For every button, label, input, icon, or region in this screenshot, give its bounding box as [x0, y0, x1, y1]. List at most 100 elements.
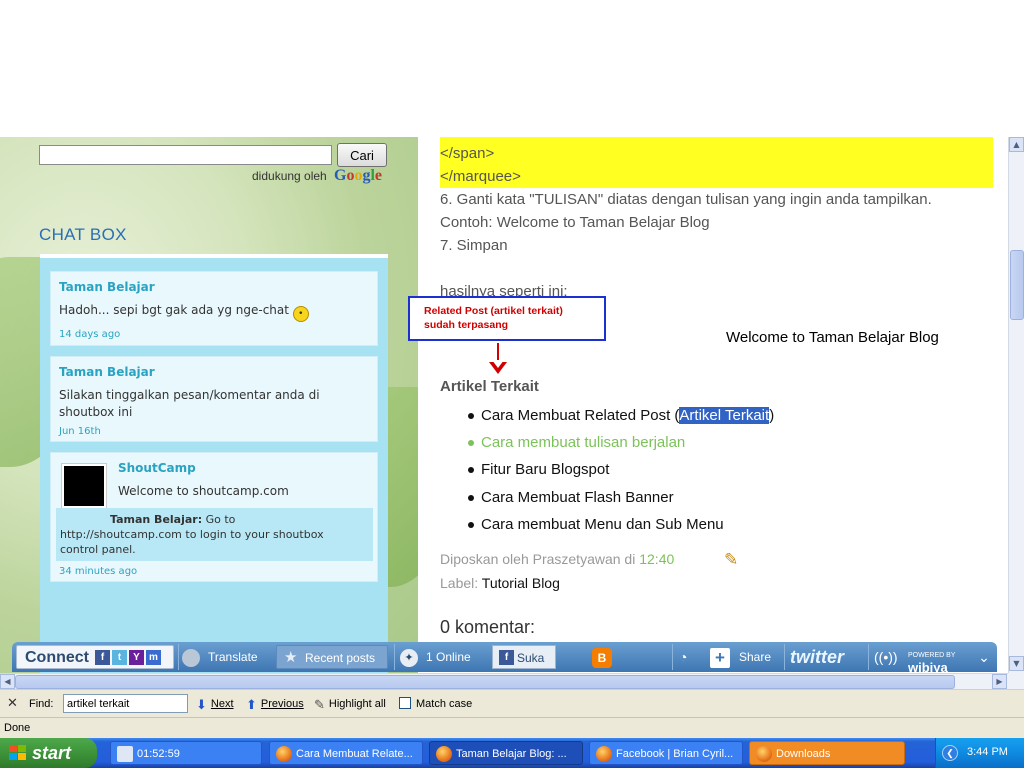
annotation-box: Related Post (artikel terkait) sudah terp… — [408, 296, 606, 341]
label-link[interactable]: Tutorial Blog — [482, 575, 560, 591]
online-users-button[interactable]: ✦ 1 Online — [400, 645, 471, 669]
google-logo: Google — [334, 167, 383, 184]
comments-title: 0 komentar: — [440, 617, 536, 637]
marquee-demo: Welcome to Taman Belajar Blog — [726, 329, 939, 346]
tray-clock[interactable]: 3:44 PM — [967, 746, 1008, 758]
taskbar-firefox-window[interactable]: Facebook | Brian Cyril... — [589, 741, 743, 765]
scroll-corner — [1008, 673, 1024, 689]
collapse-toolbar-icon[interactable]: ⌄ — [974, 645, 994, 669]
scroll-up-button[interactable]: ▲ — [1009, 137, 1024, 152]
wibiya-logo[interactable]: POWERED BY wibiya — [908, 647, 966, 674]
arrow-up-icon: ⬆ — [246, 697, 257, 712]
system-tray: ❮ 3:44 PM — [935, 738, 1024, 768]
step-text: 6. Ganti kata "TULISAN" diatas dengan tu… — [440, 191, 932, 208]
start-button[interactable]: start — [0, 738, 97, 768]
arrow-down-icon: ⬇ — [196, 697, 207, 712]
search-input[interactable] — [39, 145, 332, 165]
chat-author[interactable]: Taman Belajar — [59, 365, 155, 379]
connect-button[interactable]: Connect f t Ym — [16, 645, 174, 669]
code-highlight — [440, 137, 993, 188]
blogger-icon: B — [592, 647, 612, 668]
post-content: </span> </marquee> 6. Ganti kata "TULISA… — [408, 137, 1008, 673]
checkbox-icon — [399, 697, 411, 709]
yahoo-icon: Y — [129, 650, 144, 666]
highlight-all-button[interactable]: ✎ Highlight all — [314, 697, 386, 713]
sidebar: Cari didukung oleh Google CHAT BOX Taman… — [0, 137, 450, 673]
scroll-left-button[interactable]: ◀ — [0, 674, 15, 689]
chat-reply: Taman Belajar: Go to http://shoutcamp.com… — [56, 508, 373, 561]
twitter-icon: t — [112, 650, 127, 666]
blogger-button[interactable]: B — [592, 645, 614, 669]
chat-message: Taman Belajar Silakan tinggalkan pesan/k… — [50, 356, 378, 442]
taskbar: start 01:52:59 Cara Membuat Relate... Ta… — [0, 738, 1024, 768]
chat-message: ShoutCamp Welcome to shoutcamp.com Taman… — [50, 452, 378, 582]
post-time-link[interactable]: 12:40 — [639, 551, 674, 567]
share-button[interactable]: + Share — [710, 645, 780, 669]
like-button[interactable]: f Suka — [492, 645, 556, 669]
firefox-icon — [276, 746, 292, 762]
broadcast-icon[interactable]: ((•)) — [874, 645, 898, 669]
wibiya-toolbar: Connect f t Ym Translate ★ Recent posts ✦ 1 O… — [12, 642, 997, 674]
find-input[interactable] — [63, 694, 188, 713]
chat-author[interactable]: Taman Belajar — [59, 280, 155, 294]
taskbar-firefox-window[interactable]: Cara Membuat Relate... — [269, 741, 423, 765]
taskbar-firefox-window-active[interactable]: Taman Belajar Blog: ... — [429, 741, 583, 765]
step-text: Contoh: Welcome to Taman Belajar Blog — [440, 214, 710, 231]
step-text: 7. Simpan — [440, 237, 508, 254]
horizontal-scrollbar[interactable]: ◀ ▶ — [0, 673, 1008, 689]
search-match-selection: Artikel Terkait — [679, 407, 770, 424]
chat-text: shoutbox ini — [59, 405, 133, 419]
code-line: </span> — [440, 145, 495, 162]
status-bar: Done — [0, 717, 1024, 738]
scroll-down-button[interactable]: ▼ — [1009, 656, 1024, 671]
find-label: Find: — [29, 698, 54, 710]
shoutbox: Taman Belajar Hadoh... sepi bgt gak ada … — [40, 254, 388, 673]
rss-icon: ◔ — [679, 649, 688, 665]
post-labels: Label: Tutorial Blog — [440, 575, 560, 591]
horizontal-scroll-thumb[interactable] — [15, 675, 955, 689]
plus-icon: + — [710, 647, 730, 668]
chat-text: Silakan tinggalkan pesan/komentar anda d… — [59, 388, 320, 402]
chat-box-title: CHAT BOX — [39, 225, 127, 244]
taskbar-downloads-window[interactable]: Downloads — [749, 741, 905, 765]
close-find-icon[interactable]: ✕ — [7, 695, 18, 711]
windows-logo-icon — [9, 745, 26, 761]
translate-button[interactable]: Translate — [182, 645, 258, 669]
chat-message: Taman Belajar Hadoh... sepi bgt gak ada … — [50, 271, 378, 346]
facebook-icon: f — [95, 650, 110, 666]
chat-timestamp: Jun 16th — [59, 426, 101, 437]
related-posts-title: Artikel Terkait — [440, 378, 539, 395]
vertical-scrollbar[interactable]: ▲ ▼ — [1008, 137, 1024, 673]
recent-posts-button[interactable]: ★ Recent posts — [276, 645, 388, 669]
match-case-checkbox[interactable]: Match case — [399, 697, 472, 710]
firefox-icon — [596, 746, 612, 762]
translate-icon — [182, 648, 200, 667]
find-next-button[interactable]: ⬇ Next — [196, 697, 234, 713]
chat-timestamp: 34 minutes ago — [59, 566, 138, 577]
clock-app-icon — [117, 746, 133, 762]
tray-expand-icon[interactable]: ❮ — [942, 745, 958, 761]
search-button[interactable]: Cari — [337, 143, 387, 167]
find-previous-button[interactable]: ⬆ Previous — [246, 697, 304, 713]
powered-by-text: didukung oleh — [252, 169, 327, 183]
person-icon: ✦ — [400, 648, 418, 667]
blank-area — [0, 0, 1024, 137]
twitter-button[interactable]: twitter — [790, 645, 862, 669]
smiley-icon: • — [292, 306, 309, 322]
rss-button[interactable]: ◔ — [679, 645, 687, 669]
myspace-icon: m — [146, 650, 161, 666]
status-text: Done — [4, 722, 31, 734]
browser-viewport: Cari didukung oleh Google CHAT BOX Taman… — [0, 137, 1008, 673]
chat-timestamp: 14 days ago — [59, 329, 121, 340]
firefox-icon — [436, 746, 452, 762]
edit-pencil-icon[interactable]: ✎ — [724, 550, 738, 570]
chat-author[interactable]: ShoutCamp — [118, 461, 196, 475]
highlighter-icon: ✎ — [314, 697, 325, 712]
code-line: </marquee> — [440, 168, 521, 185]
post-meta: Diposkan oleh Praszetyawan di 12:40 — [440, 551, 675, 567]
vertical-scroll-thumb[interactable] — [1010, 250, 1024, 320]
find-bar: ✕ Find: ⬇Next ⬆Previous ✎Highlight all M… — [0, 689, 1024, 717]
chat-text: Hadoh... sepi bgt gak ada yg nge-chat • — [59, 302, 309, 322]
taskbar-clock-app[interactable]: 01:52:59 — [110, 741, 262, 765]
scroll-right-button[interactable]: ▶ — [992, 674, 1007, 689]
